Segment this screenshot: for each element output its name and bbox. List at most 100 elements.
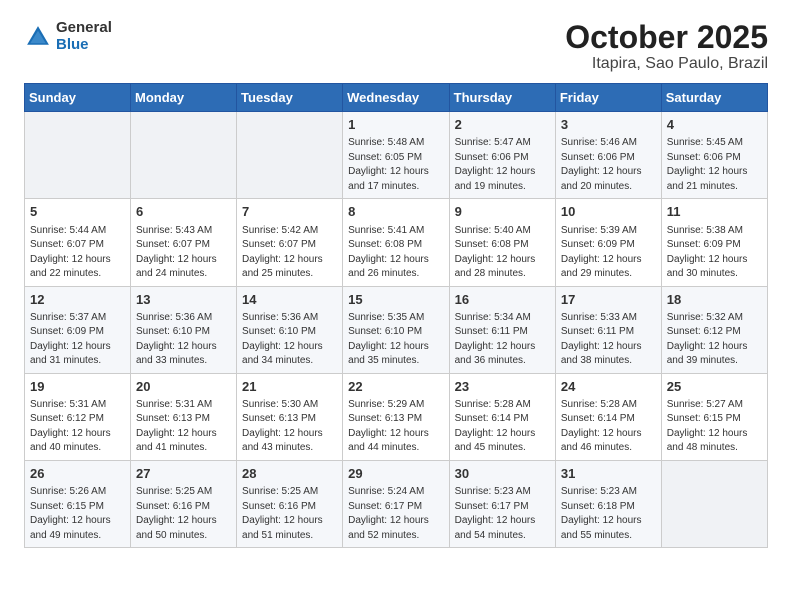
calendar-cell: 29Sunrise: 5:24 AM Sunset: 6:17 PM Dayli… bbox=[343, 460, 449, 547]
day-number: 12 bbox=[30, 291, 125, 309]
day-info: Sunrise: 5:28 AM Sunset: 6:14 PM Dayligh… bbox=[455, 398, 550, 456]
day-info: Sunrise: 5:41 AM Sunset: 6:08 PM Dayligh… bbox=[348, 224, 443, 282]
calendar-cell: 19 Sunrise: 5:31 AM Sunset: 6:12 PM Dayli… bbox=[25, 373, 131, 460]
day-info: Sunrise: 5:43 AM Sunset: 6:07 PM Dayligh… bbox=[136, 224, 231, 282]
day-number: 1 bbox=[348, 116, 443, 134]
day-info: Sunrise: 5:23 AM Sunset: 6:17 PM Dayligh… bbox=[455, 485, 550, 543]
day-number: 25 bbox=[667, 378, 762, 396]
calendar-cell: 5 Sunrise: 5:44 AM Sunset: 6:07 PM Daylig… bbox=[25, 199, 131, 286]
day-number: 16 bbox=[455, 291, 550, 309]
week-row-3: 12 Sunrise: 5:37 AM Sunset: 6:09 PM Dayli… bbox=[25, 286, 768, 373]
calendar-cell: 9 Sunrise: 5:40 AM Sunset: 6:08 PM Daylig… bbox=[449, 199, 555, 286]
month-title: October 2025 bbox=[565, 20, 768, 55]
week-row-2: 5 Sunrise: 5:44 AM Sunset: 6:07 PM Daylig… bbox=[25, 199, 768, 286]
calendar-cell bbox=[25, 112, 131, 199]
day-number: 31 bbox=[561, 465, 656, 483]
day-number: 18 bbox=[667, 291, 762, 309]
calendar-cell: 27Sunrise: 5:25 AM Sunset: 6:16 PM Dayli… bbox=[131, 460, 237, 547]
day-number: 11 bbox=[667, 203, 762, 221]
day-info: Sunrise: 5:36 AM Sunset: 6:10 PM Dayligh… bbox=[242, 311, 337, 369]
calendar-cell: 17 Sunrise: 5:33 AM Sunset: 6:11 PM Dayli… bbox=[555, 286, 661, 373]
day-info: Sunrise: 5:38 AM Sunset: 6:09 PM Dayligh… bbox=[667, 224, 762, 282]
day-info: Sunrise: 5:33 AM Sunset: 6:11 PM Dayligh… bbox=[561, 311, 656, 369]
day-info: Sunrise: 5:35 AM Sunset: 6:10 PM Dayligh… bbox=[348, 311, 443, 369]
day-number: 22 bbox=[348, 378, 443, 396]
day-info: Sunrise: 5:31 AM Sunset: 6:12 PM Dayligh… bbox=[30, 398, 125, 456]
calendar-cell: 14Sunrise: 5:36 AM Sunset: 6:10 PM Dayli… bbox=[237, 286, 343, 373]
day-number: 20 bbox=[136, 378, 231, 396]
day-info: Sunrise: 5:40 AM Sunset: 6:08 PM Dayligh… bbox=[455, 224, 550, 282]
weekday-friday: Friday bbox=[555, 84, 661, 112]
day-number: 5 bbox=[30, 203, 125, 221]
calendar-cell: 20Sunrise: 5:31 AM Sunset: 6:13 PM Dayli… bbox=[131, 373, 237, 460]
calendar-cell: 30 Sunrise: 5:23 AM Sunset: 6:17 PM Dayli… bbox=[449, 460, 555, 547]
calendar-cell: 25Sunrise: 5:27 AM Sunset: 6:15 PM Dayli… bbox=[661, 373, 767, 460]
week-row-5: 26 Sunrise: 5:26 AM Sunset: 6:15 PM Dayli… bbox=[25, 460, 768, 547]
calendar-cell: 26 Sunrise: 5:26 AM Sunset: 6:15 PM Dayli… bbox=[25, 460, 131, 547]
day-info: Sunrise: 5:34 AM Sunset: 6:11 PM Dayligh… bbox=[455, 311, 550, 369]
day-info: Sunrise: 5:42 AM Sunset: 6:07 PM Dayligh… bbox=[242, 224, 337, 282]
calendar-cell bbox=[661, 460, 767, 547]
calendar-cell: 28Sunrise: 5:25 AM Sunset: 6:16 PM Dayli… bbox=[237, 460, 343, 547]
weekday-wednesday: Wednesday bbox=[343, 84, 449, 112]
logo-blue: Blue bbox=[56, 37, 112, 54]
day-info: Sunrise: 5:28 AM Sunset: 6:14 PM Dayligh… bbox=[561, 398, 656, 456]
week-row-4: 19 Sunrise: 5:31 AM Sunset: 6:12 PM Dayli… bbox=[25, 373, 768, 460]
page-header: General Blue October 2025 Itapira, Sao P… bbox=[24, 20, 768, 73]
day-info: Sunrise: 5:47 AM Sunset: 6:06 PM Dayligh… bbox=[455, 136, 550, 194]
day-number: 17 bbox=[561, 291, 656, 309]
calendar-cell: 11 Sunrise: 5:38 AM Sunset: 6:09 PM Dayli… bbox=[661, 199, 767, 286]
calendar-cell: 18 Sunrise: 5:32 AM Sunset: 6:12 PM Dayli… bbox=[661, 286, 767, 373]
day-info: Sunrise: 5:45 AM Sunset: 6:06 PM Dayligh… bbox=[667, 136, 762, 194]
day-info: Sunrise: 5:48 AM Sunset: 6:05 PM Dayligh… bbox=[348, 136, 443, 194]
day-info: Sunrise: 5:30 AM Sunset: 6:13 PM Dayligh… bbox=[242, 398, 337, 456]
day-number: 9 bbox=[455, 203, 550, 221]
day-number: 26 bbox=[30, 465, 125, 483]
calendar-cell: 1 Sunrise: 5:48 AM Sunset: 6:05 PM Daylig… bbox=[343, 112, 449, 199]
day-number: 13 bbox=[136, 291, 231, 309]
weekday-sunday: Sunday bbox=[25, 84, 131, 112]
calendar-cell: 4 Sunrise: 5:45 AM Sunset: 6:06 PM Daylig… bbox=[661, 112, 767, 199]
calendar-cell: 6 Sunrise: 5:43 AM Sunset: 6:07 PM Daylig… bbox=[131, 199, 237, 286]
day-info: Sunrise: 5:37 AM Sunset: 6:09 PM Dayligh… bbox=[30, 311, 125, 369]
day-number: 23 bbox=[455, 378, 550, 396]
calendar-cell: 22 Sunrise: 5:29 AM Sunset: 6:13 PM Dayli… bbox=[343, 373, 449, 460]
calendar-cell: 31 Sunrise: 5:23 AM Sunset: 6:18 PM Dayli… bbox=[555, 460, 661, 547]
day-info: Sunrise: 5:44 AM Sunset: 6:07 PM Dayligh… bbox=[30, 224, 125, 282]
day-number: 29 bbox=[348, 465, 443, 483]
day-info: Sunrise: 5:26 AM Sunset: 6:15 PM Dayligh… bbox=[30, 485, 125, 543]
day-number: 15 bbox=[348, 291, 443, 309]
weekday-saturday: Saturday bbox=[661, 84, 767, 112]
weekday-tuesday: Tuesday bbox=[237, 84, 343, 112]
day-info: Sunrise: 5:23 AM Sunset: 6:18 PM Dayligh… bbox=[561, 485, 656, 543]
calendar-cell: 23 Sunrise: 5:28 AM Sunset: 6:14 PM Dayli… bbox=[449, 373, 555, 460]
calendar-cell: 2 Sunrise: 5:47 AM Sunset: 6:06 PM Daylig… bbox=[449, 112, 555, 199]
title-block: October 2025 Itapira, Sao Paulo, Brazil bbox=[565, 20, 768, 73]
location-title: Itapira, Sao Paulo, Brazil bbox=[565, 55, 768, 73]
day-number: 6 bbox=[136, 203, 231, 221]
weekday-thursday: Thursday bbox=[449, 84, 555, 112]
calendar-cell: 7Sunrise: 5:42 AM Sunset: 6:07 PM Daylig… bbox=[237, 199, 343, 286]
calendar-cell: 10Sunrise: 5:39 AM Sunset: 6:09 PM Dayli… bbox=[555, 199, 661, 286]
day-number: 21 bbox=[242, 378, 337, 396]
calendar-cell bbox=[237, 112, 343, 199]
day-number: 2 bbox=[455, 116, 550, 134]
day-number: 28 bbox=[242, 465, 337, 483]
day-number: 30 bbox=[455, 465, 550, 483]
day-info: Sunrise: 5:36 AM Sunset: 6:10 PM Dayligh… bbox=[136, 311, 231, 369]
calendar-cell: 15 Sunrise: 5:35 AM Sunset: 6:10 PM Dayli… bbox=[343, 286, 449, 373]
calendar-cell: 12 Sunrise: 5:37 AM Sunset: 6:09 PM Dayli… bbox=[25, 286, 131, 373]
logo-general: General bbox=[56, 20, 112, 37]
day-info: Sunrise: 5:29 AM Sunset: 6:13 PM Dayligh… bbox=[348, 398, 443, 456]
week-row-1: 1 Sunrise: 5:48 AM Sunset: 6:05 PM Daylig… bbox=[25, 112, 768, 199]
day-info: Sunrise: 5:46 AM Sunset: 6:06 PM Dayligh… bbox=[561, 136, 656, 194]
day-info: Sunrise: 5:32 AM Sunset: 6:12 PM Dayligh… bbox=[667, 311, 762, 369]
day-number: 4 bbox=[667, 116, 762, 134]
calendar-cell: 13 Sunrise: 5:36 AM Sunset: 6:10 PM Dayli… bbox=[131, 286, 237, 373]
day-number: 19 bbox=[30, 378, 125, 396]
calendar-cell: 24Sunrise: 5:28 AM Sunset: 6:14 PM Dayli… bbox=[555, 373, 661, 460]
calendar-cell: 3 Sunrise: 5:46 AM Sunset: 6:06 PM Daylig… bbox=[555, 112, 661, 199]
day-number: 3 bbox=[561, 116, 656, 134]
logo-icon bbox=[24, 23, 52, 51]
day-number: 27 bbox=[136, 465, 231, 483]
